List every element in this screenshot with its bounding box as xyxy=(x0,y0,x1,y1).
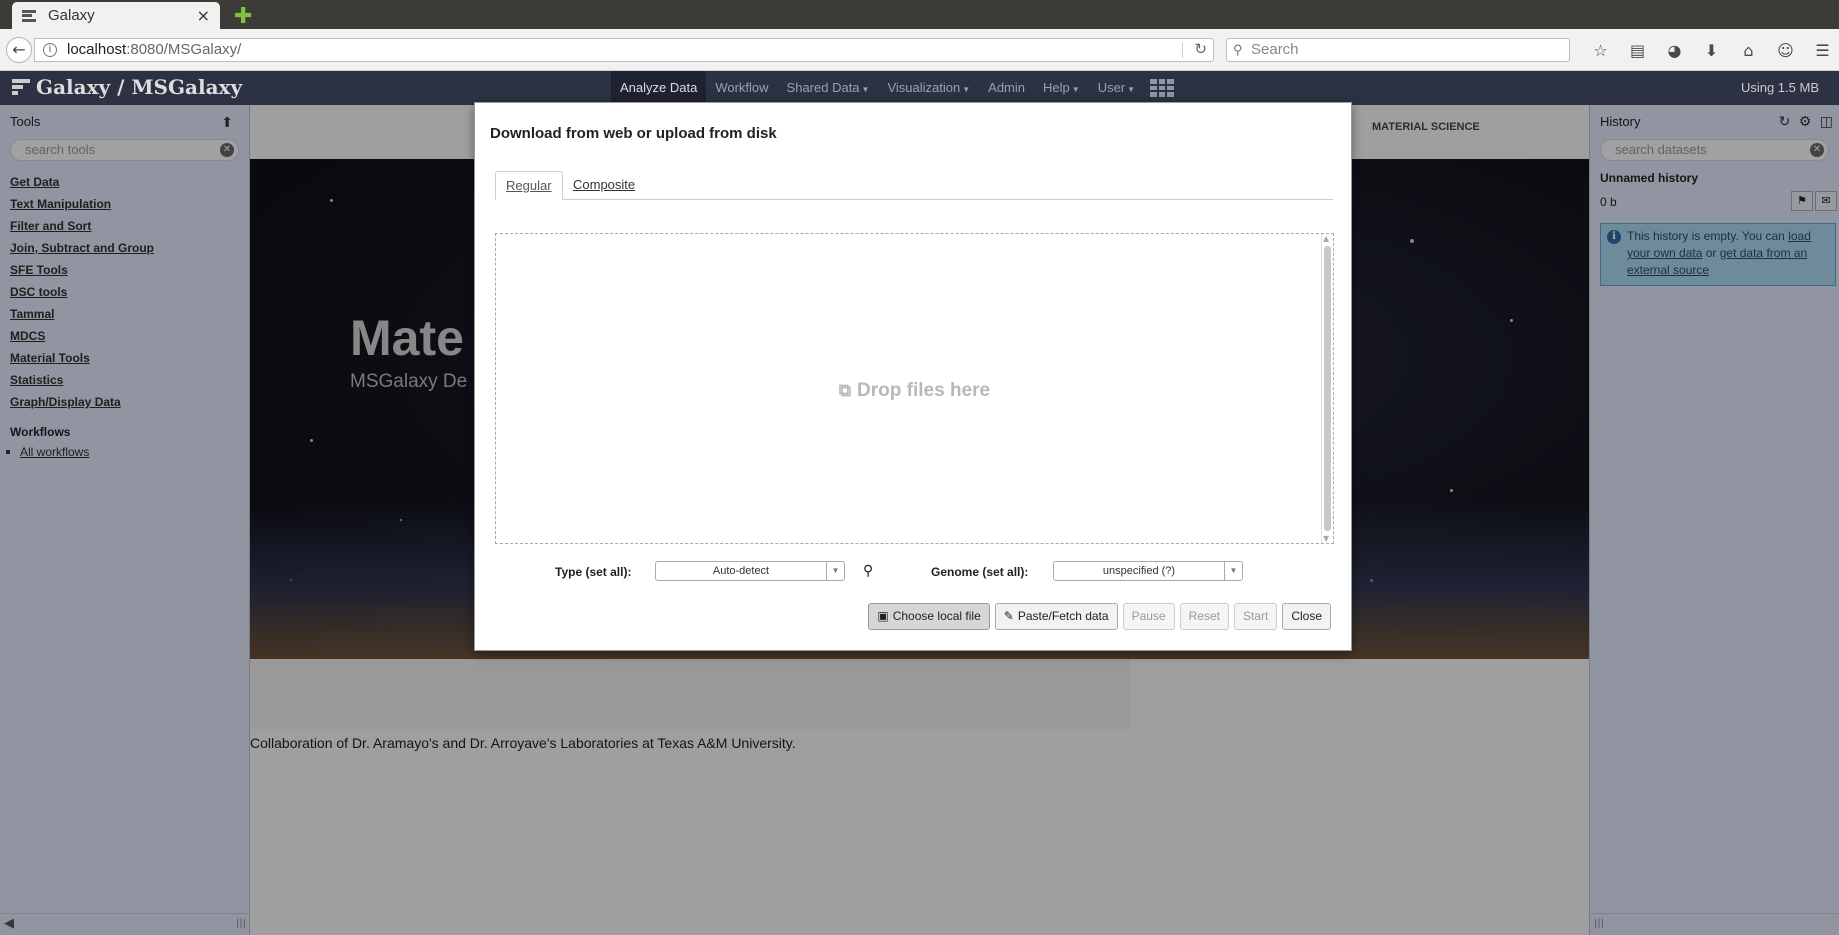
copy-icon: ⧉ xyxy=(838,381,852,400)
menu-visualization[interactable]: Visualization ▼ xyxy=(878,71,979,105)
tab-close-icon[interactable]: × xyxy=(197,6,210,25)
home-icon[interactable]: ⌂ xyxy=(1730,41,1767,60)
reading-list-icon[interactable]: ▤ xyxy=(1619,41,1656,60)
genome-select[interactable]: unspecified (?) ▼ xyxy=(1053,561,1243,581)
paste-fetch-button[interactable]: ✎ Paste/Fetch data xyxy=(994,603,1118,630)
browser-tab-bar: Galaxy × ✚ xyxy=(0,0,1839,29)
menu-workflow[interactable]: Workflow xyxy=(706,71,777,105)
start-button[interactable]: Start xyxy=(1233,603,1278,630)
menu-label: Help xyxy=(1043,80,1070,95)
galaxy-brand[interactable]: Galaxy / MSGalaxy xyxy=(12,75,242,99)
url-separator xyxy=(1182,42,1183,58)
drop-files-text: ⧉ Drop files here xyxy=(496,380,1333,402)
edit-icon: ✎ xyxy=(1003,609,1014,623)
type-label: Type (set all): xyxy=(555,565,632,579)
brand-title: Galaxy / MSGalaxy xyxy=(36,75,243,99)
paste-fetch-label: Paste/Fetch data xyxy=(1017,609,1109,623)
masthead-menu: Analyze Data Workflow Shared Data ▼ Visua… xyxy=(611,71,1180,105)
menu-label: Visualization xyxy=(887,80,961,95)
choose-local-file-label: Choose local file xyxy=(892,609,981,623)
browser-toolbar-icons: ☆ ▤ ◕ ⬇ ⌂ ☺ ☰ xyxy=(1582,37,1839,63)
chevron-down-icon: ▼ xyxy=(826,562,844,580)
choose-local-file-button[interactable]: ▣ Choose local file xyxy=(868,603,990,630)
upload-settings-row: Type (set all): Auto-detect ▼ ⚲ Genome (… xyxy=(495,561,1333,587)
laptop-icon: ▣ xyxy=(877,609,889,623)
browser-tab-title: Galaxy xyxy=(48,7,95,24)
browser-search-placeholder: Search xyxy=(1251,41,1299,58)
chat-icon[interactable]: ☺ xyxy=(1767,41,1804,60)
search-icon[interactable]: ⚲ xyxy=(863,562,873,579)
download-icon[interactable]: ⬇ xyxy=(1693,41,1730,60)
scroll-up-icon[interactable]: ▲ xyxy=(1323,234,1329,243)
genome-label: Genome (set all): xyxy=(931,565,1029,579)
scratchbook-grid-icon[interactable] xyxy=(1150,79,1175,97)
upload-dialog: Download from web or upload from disk Re… xyxy=(474,102,1352,651)
type-select-value: Auto-detect xyxy=(712,565,770,577)
drop-files-label: Drop files here xyxy=(857,380,991,401)
bookmark-star-icon[interactable]: ☆ xyxy=(1582,41,1619,60)
drop-zone-scrollbar[interactable]: ▲ ▼ xyxy=(1321,234,1333,543)
galaxy-favicon-icon xyxy=(22,9,36,22)
menu-icon[interactable]: ☰ xyxy=(1804,41,1839,60)
menu-help[interactable]: Help ▼ xyxy=(1034,71,1089,105)
menu-admin[interactable]: Admin xyxy=(979,71,1034,105)
url-path: :8080/MSGalaxy/ xyxy=(126,41,242,58)
caret-down-icon: ▼ xyxy=(1071,85,1080,94)
reset-button[interactable]: Reset xyxy=(1179,603,1229,630)
address-bar[interactable]: i localhost:8080/MSGalaxy/ ↻ xyxy=(34,38,1214,62)
search-icon: ⚲ xyxy=(1233,42,1243,57)
menu-user[interactable]: User ▼ xyxy=(1089,71,1144,105)
url-host: localhost xyxy=(67,41,127,58)
chevron-down-icon: ▼ xyxy=(1224,562,1242,580)
genome-select-value: unspecified (?) xyxy=(1102,565,1176,577)
pocket-icon[interactable]: ◕ xyxy=(1656,41,1693,60)
menu-analyze-data[interactable]: Analyze Data xyxy=(611,71,707,105)
scroll-down-icon[interactable]: ▼ xyxy=(1323,534,1329,543)
drop-zone[interactable]: ⧉ Drop files here ▲ ▼ xyxy=(495,233,1334,544)
caret-down-icon: ▼ xyxy=(861,85,870,94)
galaxy-masthead: Galaxy / MSGalaxy Analyze Data Workflow … xyxy=(0,71,1839,105)
menu-label: Shared Data xyxy=(786,80,860,95)
caret-down-icon: ▼ xyxy=(1127,85,1136,94)
usage-meter: Using 1.5 MB xyxy=(1740,80,1819,95)
upload-dialog-title: Download from web or upload from disk xyxy=(490,125,777,142)
scroll-thumb[interactable] xyxy=(1324,246,1331,531)
menu-label: Workflow xyxy=(715,80,769,95)
type-select[interactable]: Auto-detect ▼ xyxy=(655,561,845,581)
menu-shared-data[interactable]: Shared Data ▼ xyxy=(778,71,879,105)
tab-composite[interactable]: Composite xyxy=(563,171,645,200)
reload-icon[interactable]: ↻ xyxy=(1194,39,1207,61)
site-info-icon[interactable]: i xyxy=(43,43,57,57)
upload-tabs: Regular Composite xyxy=(495,171,1333,200)
menu-label: User xyxy=(1097,80,1126,95)
back-arrow-icon[interactable]: ← xyxy=(6,37,32,63)
dialog-button-row: ▣ Choose local file ✎ Paste/Fetch data Pau… xyxy=(868,603,1331,630)
browser-search-input[interactable]: ⚲ Search xyxy=(1226,38,1570,62)
new-tab-icon[interactable]: ✚ xyxy=(234,4,252,29)
tab-regular[interactable]: Regular xyxy=(495,171,563,200)
pause-button[interactable]: Pause xyxy=(1122,603,1175,630)
caret-down-icon: ▼ xyxy=(962,85,971,94)
close-button[interactable]: Close xyxy=(1282,603,1331,630)
browser-tab[interactable]: Galaxy × xyxy=(12,2,220,29)
menu-label: Admin xyxy=(988,80,1026,95)
menu-label: Analyze Data xyxy=(620,80,698,95)
browser-nav-bar: ← i localhost:8080/MSGalaxy/ ↻ ⚲ Search … xyxy=(0,29,1839,71)
galaxy-logo-icon xyxy=(12,79,30,95)
